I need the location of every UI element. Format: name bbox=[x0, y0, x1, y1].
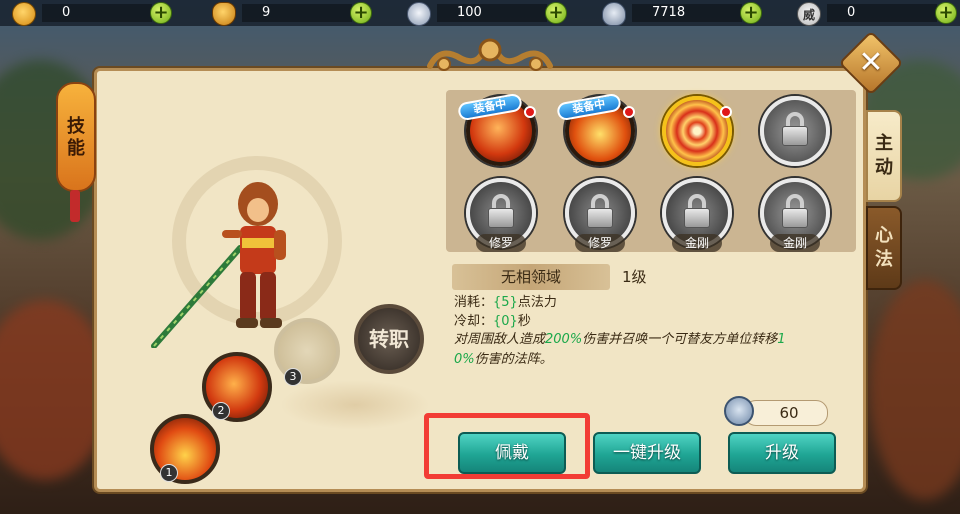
skill-icon-fire-pillar[interactable]: 装备中 bbox=[555, 92, 635, 166]
resource-spirit-ingot: 7718 + bbox=[590, 0, 778, 26]
tab-active-label: 主动 bbox=[875, 133, 893, 178]
slot-number-badge: 3 bbox=[284, 368, 302, 386]
spirit-ingot-icon bbox=[602, 2, 626, 26]
skill-level: 1级 bbox=[622, 268, 647, 286]
lock-body bbox=[587, 208, 613, 228]
cooldown-prefix: 冷却： bbox=[454, 314, 494, 329]
background-foliage bbox=[870, 280, 960, 500]
resource-monkey-coin: 0 + bbox=[0, 0, 188, 26]
lock-body bbox=[782, 126, 808, 146]
tab-mind-label: 心法 bbox=[875, 225, 893, 270]
skill-icon-locked-jingang[interactable]: 金刚 bbox=[760, 178, 830, 252]
add-button[interactable]: + bbox=[150, 2, 172, 24]
unlock-path-label: 修罗 bbox=[476, 234, 526, 252]
skill-description: 对周围敌人造成200%伤害并召唤一个可替友方单位转移1 0%伤害的法阵。 bbox=[454, 330, 850, 370]
add-button[interactable]: + bbox=[740, 2, 762, 24]
class-transfer-label: 转职 bbox=[369, 327, 409, 351]
class-transfer-button[interactable]: 转职 bbox=[354, 304, 424, 374]
lock-body bbox=[782, 208, 808, 228]
tab-mind-skills[interactable]: 心法 bbox=[866, 206, 902, 290]
tab-active-skills[interactable]: 主动 bbox=[866, 110, 902, 202]
highlight-box bbox=[424, 413, 590, 479]
close-icon: ✕ bbox=[858, 45, 884, 80]
skill-icon-locked-xiuluo[interactable]: 修罗 bbox=[565, 178, 635, 252]
silver-ingot-icon bbox=[724, 396, 754, 426]
resource-value: 0 bbox=[827, 4, 937, 22]
add-button[interactable]: + bbox=[545, 2, 567, 24]
skill-icon-wuxiang-domain[interactable] bbox=[662, 96, 732, 166]
skill-icon-flame-slash[interactable]: 装备中 bbox=[456, 92, 536, 166]
desc-text: 对周围敌人造成 bbox=[454, 332, 546, 347]
skill-name-banner: 无相领域 bbox=[452, 264, 610, 290]
resource-value: 0 bbox=[42, 4, 152, 22]
unlock-path-label: 金刚 bbox=[770, 234, 820, 252]
slot-number-badge: 1 bbox=[160, 464, 178, 482]
slot-number-badge: 2 bbox=[212, 402, 230, 420]
add-button[interactable]: + bbox=[935, 2, 957, 24]
resource-prestige: 威 0 + bbox=[785, 0, 960, 26]
upgrade-button[interactable]: 升级 bbox=[728, 432, 836, 474]
desc-highlight: 0% bbox=[454, 352, 475, 367]
lock-body bbox=[488, 208, 514, 228]
tassel-ornament bbox=[70, 190, 80, 222]
skill-title-label: 技能 bbox=[67, 116, 85, 159]
prestige-icon: 威 bbox=[797, 2, 821, 26]
notification-dot bbox=[720, 106, 732, 118]
desc-text: 伤害并召唤一个可替友方单位转移 bbox=[582, 332, 778, 347]
one-click-upgrade-button[interactable]: 一键升级 bbox=[593, 432, 701, 474]
desc-text: 伤害的法阵。 bbox=[474, 352, 553, 367]
cost-line: 消耗：{5}点法力 bbox=[454, 293, 557, 313]
upgrade-cost-value: 60 bbox=[779, 404, 799, 422]
panel-crest-ornament bbox=[427, 38, 553, 71]
resource-value: 7718 bbox=[632, 4, 742, 22]
skill-title-tab: 技能 bbox=[56, 82, 96, 192]
cost-value: {5} bbox=[493, 295, 518, 310]
unlock-path-label: 金刚 bbox=[672, 234, 722, 252]
desc-highlight: 200% bbox=[545, 332, 583, 347]
cooldown-value: {0} bbox=[493, 314, 518, 329]
skill-icon-locked-xiuluo[interactable]: 修罗 bbox=[466, 178, 536, 252]
resource-money-bag: 9 + bbox=[200, 0, 388, 26]
silver-ingot-icon bbox=[407, 2, 431, 26]
cooldown-line: 冷却：{0}秒 bbox=[454, 312, 531, 332]
desc-highlight: 1 bbox=[777, 332, 786, 347]
notification-dot bbox=[623, 106, 635, 118]
skill-icon-locked[interactable] bbox=[760, 96, 830, 166]
cost-prefix: 消耗： bbox=[454, 295, 494, 310]
cloud-decoration bbox=[280, 380, 430, 430]
skill-icon-locked-jingang[interactable]: 金刚 bbox=[662, 178, 732, 252]
resource-value: 9 bbox=[242, 4, 352, 22]
resource-silver-ingot: 100 + bbox=[395, 0, 583, 26]
cooldown-suffix: 秒 bbox=[517, 314, 531, 329]
resource-value: 100 bbox=[437, 4, 547, 22]
notification-dot bbox=[524, 106, 536, 118]
money-bag-icon bbox=[212, 2, 236, 26]
monkey-coin-icon bbox=[12, 2, 36, 26]
unlock-path-label: 修罗 bbox=[575, 234, 625, 252]
lock-body bbox=[684, 208, 710, 228]
resource-bar: 0 + 9 + 100 + 7718 + 威 0 + bbox=[0, 0, 960, 26]
monkey-king-character bbox=[151, 182, 286, 348]
add-button[interactable]: + bbox=[350, 2, 372, 24]
cost-suffix: 点法力 bbox=[517, 295, 557, 310]
